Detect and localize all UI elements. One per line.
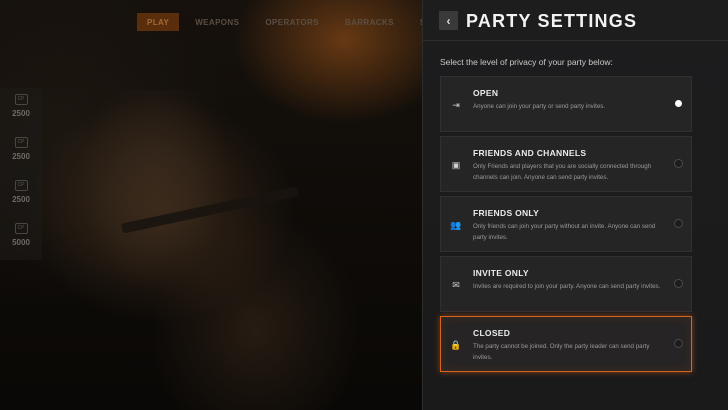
- currency-amount: 2500: [12, 195, 30, 204]
- cp-coin-icon: CP: [14, 180, 28, 191]
- option-radio[interactable]: [674, 339, 683, 348]
- option-description: Only Friends and players that you are so…: [473, 163, 652, 181]
- privacy-option-friends-and-channels[interactable]: ▣ FRIENDS AND CHANNELS Only Friends and …: [440, 136, 692, 192]
- cp-coin-icon: CP: [14, 137, 28, 148]
- currency-amount: 2500: [12, 109, 30, 118]
- back-button[interactable]: ‹: [439, 11, 458, 30]
- privacy-instructions: Select the level of privacy of your part…: [440, 57, 613, 67]
- currency-item[interactable]: CP 2500: [0, 137, 42, 174]
- channels-icon: ▣: [451, 160, 461, 170]
- option-name: FRIENDS ONLY: [473, 208, 540, 218]
- page-title: PARTY SETTINGS: [466, 11, 638, 31]
- tab-weapons[interactable]: WEAPONS: [185, 13, 249, 31]
- currency-amount: 5000: [12, 238, 30, 247]
- currency-item[interactable]: CP 2500: [0, 180, 42, 217]
- envelope-icon: ✉: [452, 280, 460, 290]
- currency-list: CP 2500 CP 2500 CP 2500 CP 5000: [0, 88, 42, 260]
- option-name: CLOSED: [473, 328, 511, 338]
- option-radio[interactable]: [674, 159, 683, 168]
- friends-icon: 👥: [450, 220, 462, 230]
- top-navigation: PLAY WEAPONS OPERATORS BARRACKS STORE: [137, 13, 459, 31]
- tab-operators[interactable]: OPERATORS: [255, 13, 329, 31]
- operator-silhouette: [80, 90, 230, 290]
- option-description: Invites are required to join your party.…: [473, 283, 661, 290]
- currency-item[interactable]: CP 2500: [0, 94, 42, 131]
- cp-coin-icon: CP: [14, 223, 28, 234]
- option-name: OPEN: [473, 88, 499, 98]
- currency-item[interactable]: CP 5000: [0, 223, 42, 260]
- tab-play[interactable]: PLAY: [137, 13, 180, 31]
- option-name: FRIENDS AND CHANNELS: [473, 148, 587, 158]
- option-description: Only friends can join your party without…: [473, 223, 656, 241]
- option-description: Anyone can join your party or send party…: [473, 103, 606, 110]
- option-radio[interactable]: [675, 100, 682, 107]
- privacy-option-closed[interactable]: 🔒 CLOSED The party cannot be joined. Onl…: [440, 316, 692, 372]
- option-radio[interactable]: [674, 219, 683, 228]
- enter-icon: ⇥: [452, 100, 460, 110]
- cp-coin-icon: CP: [14, 94, 28, 105]
- option-name: INVITE ONLY: [473, 268, 529, 278]
- option-radio[interactable]: [674, 279, 683, 288]
- header-divider: [422, 40, 728, 41]
- currency-amount: 2500: [12, 152, 30, 161]
- tab-barracks[interactable]: BARRACKS: [335, 13, 404, 31]
- option-description: The party cannot be joined. Only the par…: [473, 343, 650, 361]
- lock-icon: 🔒: [450, 340, 462, 350]
- privacy-option-open[interactable]: ⇥ OPEN Anyone can join your party or sen…: [440, 76, 692, 132]
- privacy-option-invite-only[interactable]: ✉ INVITE ONLY Invites are required to jo…: [440, 256, 692, 312]
- privacy-option-friends-only[interactable]: 👥 FRIENDS ONLY Only friends can join you…: [440, 196, 692, 252]
